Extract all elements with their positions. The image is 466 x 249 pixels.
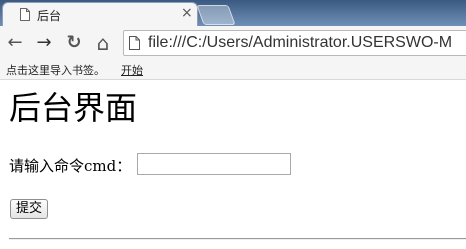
horizontal-rule — [9, 238, 466, 240]
page-title: 后台界面 — [9, 89, 138, 127]
tab-strip: 后台 × — [0, 0, 466, 26]
command-input[interactable] — [137, 153, 291, 175]
new-tab-button[interactable] — [196, 5, 236, 25]
forward-icon[interactable]: → — [33, 31, 55, 55]
submit-button[interactable]: 提交 — [10, 199, 49, 219]
address-bar[interactable]: file:///C:/Users/Administrator.USERSWO-M — [123, 30, 466, 56]
bookmark-start-link[interactable]: 开始 — [121, 62, 143, 78]
back-icon[interactable]: ← — [4, 31, 26, 55]
document-icon — [20, 8, 30, 21]
browser-tab[interactable]: 后台 × — [2, 2, 198, 26]
page-content: 后台界面 请输入命令cmd： 提交 — [0, 80, 466, 249]
browser-toolbar: ← → ↻ ⌂ file:///C:/Users/Administrator.U… — [0, 26, 466, 60]
command-label: 请输入命令cmd： — [9, 157, 132, 175]
home-icon[interactable]: ⌂ — [92, 31, 114, 55]
close-tab-icon[interactable]: × — [181, 5, 193, 21]
bookmarks-bar: 点击这里导入书签。 开始 — [0, 60, 466, 80]
page-icon — [129, 36, 140, 50]
tab-title: 后台 — [37, 9, 62, 23]
import-bookmarks-hint[interactable]: 点击这里导入书签。 — [6, 62, 105, 78]
address-url[interactable]: file:///C:/Users/Administrator.USERSWO-M — [148, 34, 452, 52]
reload-icon[interactable]: ↻ — [63, 31, 85, 55]
